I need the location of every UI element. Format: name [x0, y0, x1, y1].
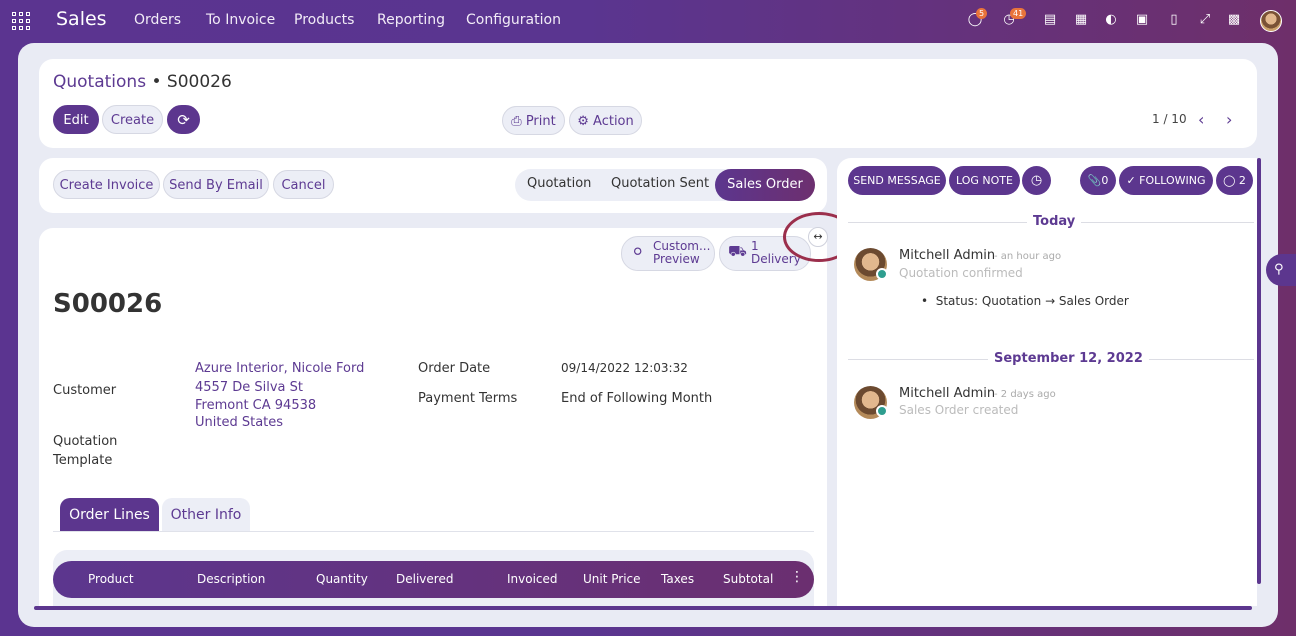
- action-button[interactable]: ⚙ Action: [569, 106, 642, 135]
- log-note-button[interactable]: LOG NOTE: [949, 166, 1020, 195]
- following-label: FOLLOWING: [1139, 174, 1206, 187]
- messages-icon[interactable]: ◯ 5: [966, 8, 988, 29]
- tracking-value: • Status: Quotation → Sales Order: [921, 294, 1129, 308]
- record-name: S00026: [53, 289, 163, 319]
- menu-products[interactable]: Products: [294, 12, 354, 28]
- theme-icon[interactable]: ◐: [1102, 11, 1120, 29]
- customer-country: United States: [195, 415, 284, 430]
- customer-preview-button[interactable]: ⚪ Custom... Preview: [621, 236, 715, 271]
- col-taxes[interactable]: Taxes: [661, 572, 694, 586]
- message-body: Sales Order created: [899, 403, 1019, 417]
- messages-badge: 5: [976, 8, 988, 19]
- menu-configuration[interactable]: Configuration: [466, 12, 561, 28]
- pager-value[interactable]: 1 / 10: [1152, 112, 1187, 126]
- company-icon[interactable]: ▩: [1225, 11, 1243, 29]
- status-sales-order[interactable]: Sales Order: [715, 169, 815, 201]
- following-button[interactable]: ✓ FOLLOWING: [1119, 166, 1213, 195]
- paperclip-icon: 📎: [1087, 174, 1102, 187]
- followers-button[interactable]: ◯ 2: [1216, 166, 1253, 195]
- message-body: Quotation confirmed: [899, 266, 1023, 280]
- customer-street: 4557 De Silva St: [195, 380, 303, 395]
- col-quantity[interactable]: Quantity: [316, 572, 368, 586]
- table-header: Product Description Quantity Delivered I…: [53, 561, 814, 598]
- tab-order-lines[interactable]: Order Lines: [60, 498, 159, 532]
- order-date-value[interactable]: 09/14/2022 12:03:32: [561, 361, 688, 375]
- date-separator-today: Today: [1027, 214, 1082, 229]
- customer-preview-line2: Preview: [653, 252, 700, 266]
- customer-label: Customer: [53, 383, 117, 398]
- zoom-icon[interactable]: ⚲: [1266, 254, 1296, 286]
- payment-terms-value[interactable]: End of Following Month: [561, 391, 712, 406]
- schedule-activity-icon[interactable]: ◷: [1022, 166, 1051, 195]
- status-pipeline: Quotation Quotation Sent Sales Order: [515, 169, 815, 201]
- action-label: Action: [593, 114, 634, 129]
- vertical-scrollbar[interactable]: [1257, 158, 1261, 584]
- col-subtotal[interactable]: Subtotal: [723, 572, 773, 586]
- followers-count: 2: [1238, 174, 1246, 187]
- online-status-icon: [876, 268, 888, 280]
- send-by-email-button[interactable]: Send By Email: [163, 170, 269, 199]
- status-quotation-sent[interactable]: Quotation Sent: [611, 176, 709, 191]
- breadcrumb: Quotations • S00026: [53, 72, 232, 92]
- activities-badge: 41: [1010, 8, 1027, 19]
- globe-icon: ⚪: [631, 242, 645, 261]
- menu-to-invoice[interactable]: To Invoice: [206, 12, 275, 28]
- top-navbar: Sales Orders To Invoice Products Reporti…: [0, 0, 1296, 40]
- breadcrumb-quotations[interactable]: Quotations: [53, 72, 146, 92]
- check-icon: ✓: [1126, 174, 1136, 187]
- cancel-button[interactable]: Cancel: [273, 170, 334, 199]
- message-time: - an hour ago: [994, 251, 1062, 262]
- message-author[interactable]: Mitchell Admin: [899, 248, 995, 263]
- calculator-icon[interactable]: ▦: [1072, 11, 1090, 29]
- breadcrumb-current: S00026: [166, 72, 232, 92]
- menu-orders[interactable]: Orders: [134, 12, 181, 28]
- gear-icon: ⚙: [577, 114, 589, 129]
- col-description[interactable]: Description: [197, 572, 265, 586]
- menu-reporting[interactable]: Reporting: [377, 12, 445, 28]
- date-separator-sep-12: September 12, 2022: [988, 351, 1149, 366]
- optional-columns-icon[interactable]: ⋮: [790, 569, 804, 585]
- layout-icon[interactable]: ▤: [1041, 11, 1059, 29]
- attachments-count: 0: [1101, 174, 1109, 187]
- online-status-icon: [876, 405, 888, 417]
- edit-button[interactable]: Edit: [53, 105, 99, 134]
- message-author[interactable]: Mitchell Admin: [899, 386, 995, 401]
- activities-icon[interactable]: ◷ 41: [1000, 8, 1027, 29]
- tab-divider: [53, 531, 814, 532]
- print-button[interactable]: ⎙ Print: [502, 106, 565, 135]
- customer-name-link[interactable]: Azure Interior, Nicole Ford: [195, 361, 364, 376]
- tracking-text: Status: Quotation → Sales Order: [935, 294, 1129, 308]
- print-icon: ⎙: [511, 114, 522, 129]
- user-icon: ◯: [1223, 174, 1236, 187]
- quotation-template-label-1: Quotation: [53, 434, 118, 449]
- customer-city: Fremont CA 94538: [195, 398, 317, 413]
- create-invoice-button[interactable]: Create Invoice: [53, 170, 160, 199]
- pager-next-icon[interactable]: ›: [1226, 110, 1232, 129]
- col-product[interactable]: Product: [88, 572, 134, 586]
- message-time: - 2 days ago: [994, 389, 1056, 400]
- bookmark-icon[interactable]: ▯: [1165, 11, 1183, 29]
- print-label: Print: [525, 114, 556, 129]
- tab-other-info[interactable]: Other Info: [162, 498, 250, 532]
- fullscreen-icon[interactable]: ⤢: [1196, 11, 1214, 29]
- breadcrumb-separator: •: [151, 72, 162, 92]
- truck-icon: ⛟: [728, 242, 747, 260]
- apps-menu-icon[interactable]: [12, 12, 30, 30]
- send-message-button[interactable]: SEND MESSAGE: [848, 166, 946, 195]
- language-icon[interactable]: ▣: [1133, 11, 1151, 29]
- app-name[interactable]: Sales: [56, 8, 107, 30]
- order-date-label: Order Date: [418, 361, 491, 376]
- quotation-template-label-2: Template: [53, 453, 113, 468]
- col-invoiced[interactable]: Invoiced: [507, 572, 558, 586]
- refresh-icon[interactable]: ⟳: [167, 105, 200, 134]
- payment-terms-label: Payment Terms: [418, 391, 518, 406]
- user-avatar[interactable]: [1260, 10, 1282, 32]
- horizontal-scrollbar[interactable]: [34, 606, 1252, 610]
- col-unit-price[interactable]: Unit Price: [583, 572, 641, 586]
- status-quotation[interactable]: Quotation: [527, 176, 591, 191]
- attachments-button[interactable]: 📎0: [1080, 166, 1116, 195]
- pager-previous-icon[interactable]: ‹: [1198, 110, 1204, 129]
- col-delivered[interactable]: Delivered: [396, 572, 453, 586]
- create-button[interactable]: Create: [102, 105, 163, 134]
